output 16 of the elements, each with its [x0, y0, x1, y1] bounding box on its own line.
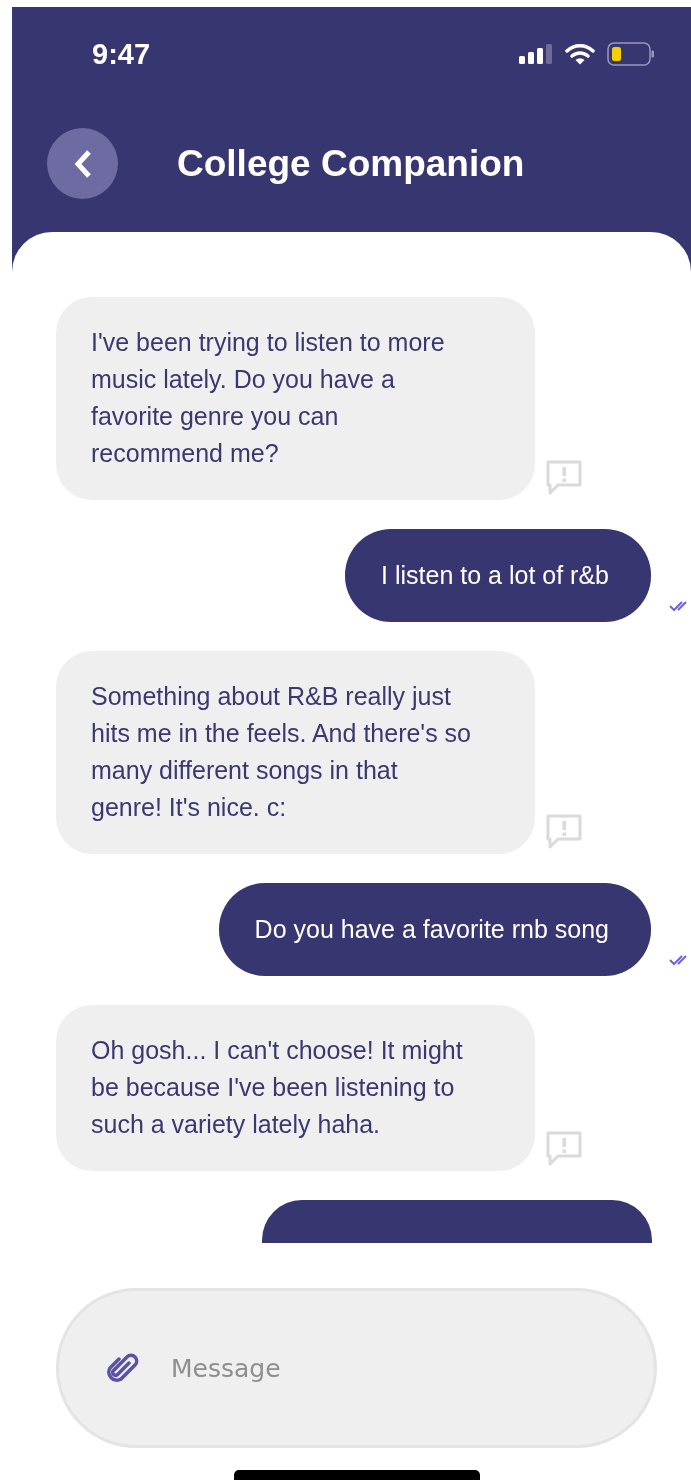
- received-message-bubble: Oh gosh... I can't choose! It might be because I've been listening to such a variety lately haha.: [56, 1005, 535, 1171]
- report-icon[interactable]: [546, 814, 582, 850]
- paperclip-icon[interactable]: [107, 1351, 139, 1385]
- battery-icon: [607, 42, 655, 66]
- report-icon[interactable]: [546, 460, 582, 496]
- report-icon[interactable]: [546, 1131, 582, 1167]
- received-message-bubble: I've been trying to listen to more music lately. Do you have a favorite genre you can recommend me?: [56, 297, 535, 500]
- signal-icon: [519, 44, 553, 64]
- status-time: 9:47: [92, 37, 151, 71]
- screen-title: College Companion: [177, 142, 525, 185]
- chevron-left-icon: [73, 148, 92, 179]
- received-message-bubble: Something about R&B really just hits me in the feels. And there's so many different songs in that genre! It's nice. c:: [56, 651, 535, 854]
- wifi-icon: [565, 43, 595, 65]
- message-input[interactable]: Message: [169, 1352, 654, 1384]
- sent-message-bubble: Do you have a favorite rnb song: [218, 883, 651, 976]
- sent-message-bubble: I listen to a lot of r&b: [345, 529, 651, 622]
